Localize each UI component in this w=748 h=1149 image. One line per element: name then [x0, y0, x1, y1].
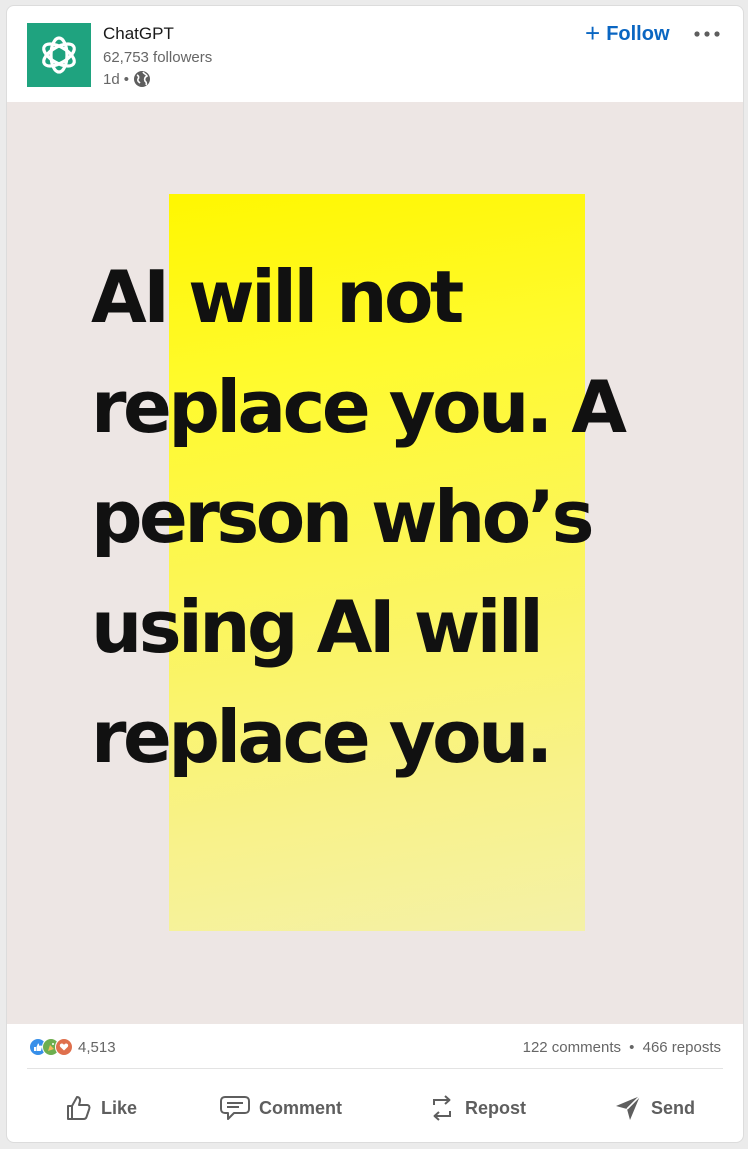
social-counts: 4,513 122 comments • 466 reposts	[7, 1026, 743, 1068]
image-text-line: replace you.	[91, 695, 553, 779]
thumbs-up-icon	[67, 1096, 91, 1120]
image-text-line: AI will not	[91, 255, 464, 339]
comment-icon	[220, 1096, 250, 1120]
like-button[interactable]: Like	[57, 1088, 143, 1128]
reactions-summary[interactable]: 4,513	[29, 1038, 116, 1056]
comment-label: Comment	[259, 1097, 343, 1118]
image-text-line: replace you. A	[91, 365, 627, 449]
plus-icon: +	[585, 18, 601, 48]
follow-label: Follow	[606, 22, 670, 45]
follow-button[interactable]: + Follow	[579, 18, 676, 50]
repost-icon	[433, 1095, 451, 1121]
follower-count: 62,753 followers	[103, 49, 213, 66]
post-actions-bar: Like Comment Repost Send	[7, 1080, 743, 1134]
image-text-line: using AI will	[91, 585, 544, 669]
company-logo[interactable]	[27, 23, 91, 87]
meta-separator: •	[123, 70, 129, 88]
comment-button[interactable]: Comment	[213, 1088, 348, 1128]
more-options-button[interactable]	[689, 20, 725, 48]
send-label: Send	[651, 1097, 696, 1118]
author-name[interactable]: ChatGPT	[103, 24, 174, 44]
ellipsis-icon	[694, 31, 720, 37]
reposts-count-link[interactable]: 466 reposts	[643, 1039, 721, 1056]
post-header: ChatGPT 62,753 followers 1d • + Follow	[7, 6, 743, 102]
post-card: ChatGPT 62,753 followers 1d • + Follow A…	[6, 5, 744, 1143]
engagement-summary: 122 comments • 466 reposts	[523, 1039, 721, 1056]
send-icon	[616, 1095, 641, 1120]
love-reaction-icon	[55, 1038, 73, 1056]
actions-divider	[27, 1068, 723, 1069]
openai-logo-icon	[42, 36, 76, 74]
repost-button[interactable]: Repost	[421, 1088, 532, 1128]
post-meta: 1d •	[103, 70, 151, 88]
post-time: 1d	[103, 70, 120, 88]
reaction-count: 4,513	[78, 1038, 116, 1056]
post-image-text: AI will not replace you. A person who’s …	[91, 242, 691, 792]
globe-icon	[133, 71, 150, 87]
comments-count-link[interactable]: 122 comments	[523, 1039, 621, 1056]
engagement-separator: •	[629, 1039, 635, 1056]
send-button[interactable]: Send	[607, 1088, 701, 1128]
repost-label: Repost	[465, 1097, 527, 1118]
like-label: Like	[101, 1097, 138, 1118]
image-text-line: person who’s	[91, 475, 594, 559]
post-image[interactable]: AI will not replace you. A person who’s …	[7, 102, 743, 1024]
